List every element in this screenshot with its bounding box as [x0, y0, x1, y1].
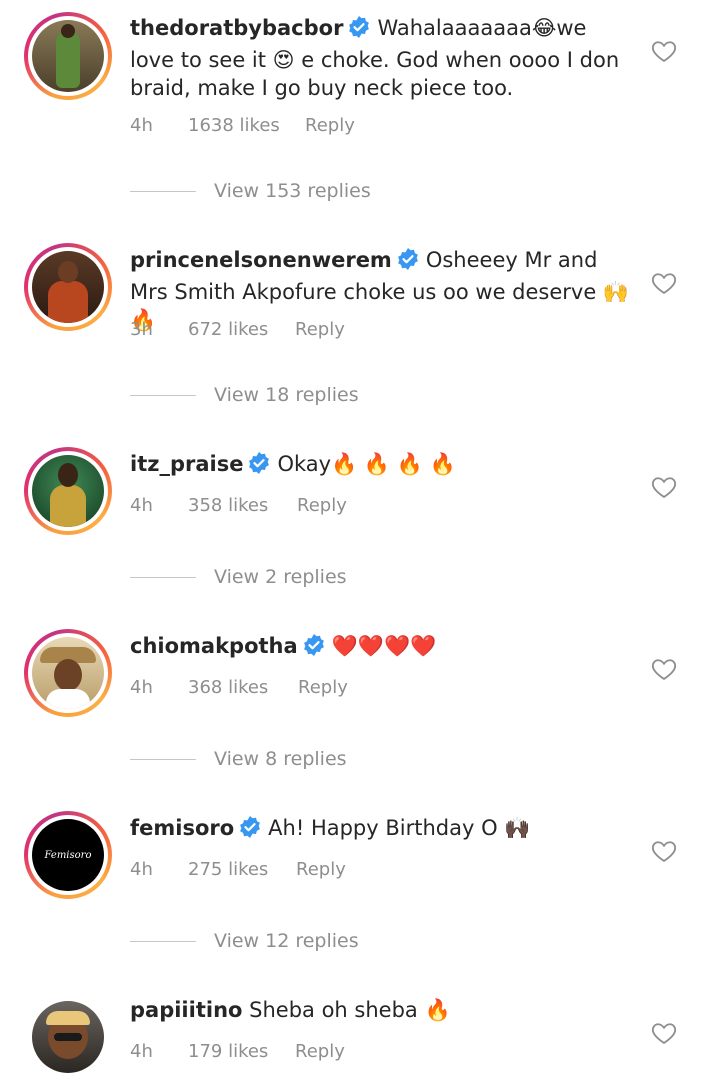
story-ring[interactable] — [24, 12, 112, 100]
comment-meta: 4h 358 likes Reply — [130, 495, 347, 516]
view-replies-label: View 8 replies — [214, 748, 347, 770]
view-replies-label: View 153 replies — [214, 180, 371, 202]
verified-badge-icon — [302, 633, 326, 664]
avatar[interactable] — [32, 1001, 104, 1073]
comment-meta: 4h 1638 likes Reply — [130, 115, 355, 136]
verified-badge-icon — [247, 451, 271, 482]
comment-meta: 4h 275 likes Reply — [130, 859, 346, 880]
avatar-wrap[interactable] — [24, 993, 112, 1081]
view-replies-button[interactable]: View 153 replies — [130, 180, 371, 202]
verified-badge-icon — [238, 815, 262, 846]
story-ring[interactable] — [24, 447, 112, 535]
comment-text-block: femisoro Ah! Happy Birthday O 🙌🏿 — [130, 814, 630, 846]
like-count[interactable]: 1638 likes — [188, 115, 305, 136]
timestamp: 4h — [130, 859, 153, 880]
timestamp: 4h — [130, 1041, 153, 1062]
timestamp: 4h — [130, 495, 153, 516]
timestamp: 4h — [130, 115, 153, 136]
reply-button[interactable]: Reply — [296, 859, 346, 880]
username[interactable]: princenelsonenwerem — [130, 248, 392, 272]
username[interactable]: thedoratbybacbor — [130, 16, 343, 40]
heart-outline-icon[interactable] — [650, 837, 678, 865]
comment-text-block: chiomakpotha ❤️❤️❤️❤️ — [130, 632, 630, 664]
view-replies-button[interactable]: View 12 replies — [130, 930, 359, 952]
username[interactable]: itz_praise — [130, 452, 243, 476]
reply-button[interactable]: Reply — [295, 319, 345, 340]
heart-outline-icon[interactable] — [650, 473, 678, 501]
avatar[interactable] — [32, 20, 104, 92]
heart-outline-icon[interactable] — [650, 269, 678, 297]
timestamp: 3h — [130, 319, 153, 340]
story-ring[interactable]: Femisoro — [24, 811, 112, 899]
like-count[interactable]: 672 likes — [188, 319, 295, 340]
reply-button[interactable]: Reply — [305, 115, 355, 136]
like-count[interactable]: 179 likes — [188, 1041, 295, 1062]
heart-outline-icon[interactable] — [650, 37, 678, 65]
username[interactable]: chiomakpotha — [130, 634, 298, 658]
heart-outline-icon[interactable] — [650, 1019, 678, 1047]
like-count[interactable]: 358 likes — [188, 495, 297, 516]
story-ring[interactable] — [24, 629, 112, 717]
comment-text: Okay🔥 🔥 🔥 🔥 — [277, 452, 456, 476]
comment-text: Sheba oh sheba 🔥 — [249, 998, 451, 1022]
heart-outline-icon[interactable] — [650, 655, 678, 683]
verified-badge-icon — [396, 247, 420, 278]
view-replies-label: View 12 replies — [214, 930, 359, 952]
comment-meta: 4h 368 likes Reply — [130, 677, 348, 698]
avatar[interactable] — [32, 637, 104, 709]
avatar[interactable] — [32, 251, 104, 323]
verified-badge-icon — [347, 15, 371, 46]
view-replies-button[interactable]: View 2 replies — [130, 566, 347, 588]
comment-text-block: itz_praise Okay🔥 🔥 🔥 🔥 — [130, 450, 630, 482]
reply-button[interactable]: Reply — [298, 677, 348, 698]
reply-button[interactable]: Reply — [297, 495, 347, 516]
username[interactable]: femisoro — [130, 816, 234, 840]
comment-text: ❤️❤️❤️❤️ — [331, 634, 437, 658]
avatar[interactable]: Femisoro — [32, 819, 104, 891]
like-count[interactable]: 275 likes — [188, 859, 296, 880]
username[interactable]: papiiitino — [130, 998, 242, 1022]
divider — [130, 940, 196, 942]
view-replies-label: View 18 replies — [214, 384, 359, 406]
divider — [130, 576, 196, 578]
comment-text-block: papiiitino Sheba oh sheba 🔥 — [130, 996, 630, 1024]
view-replies-label: View 2 replies — [214, 566, 347, 588]
story-ring[interactable] — [24, 243, 112, 331]
divider — [130, 394, 196, 396]
view-replies-button[interactable]: View 18 replies — [130, 384, 359, 406]
divider — [130, 190, 196, 192]
timestamp: 4h — [130, 677, 153, 698]
view-replies-button[interactable]: View 8 replies — [130, 748, 347, 770]
comment-meta: 4h 179 likes Reply — [130, 1041, 345, 1062]
avatar[interactable] — [32, 455, 104, 527]
reply-button[interactable]: Reply — [295, 1041, 345, 1062]
comment-text: Ah! Happy Birthday O 🙌🏿 — [268, 816, 531, 840]
like-count[interactable]: 368 likes — [188, 677, 298, 698]
avatar-logo-text: Femisoro — [44, 849, 92, 861]
comment-meta: 3h 672 likes Reply — [130, 319, 345, 340]
divider — [130, 758, 196, 760]
comment-text-block: thedoratbybacbor Wahalaaaaaaa😂we love to … — [130, 14, 630, 102]
